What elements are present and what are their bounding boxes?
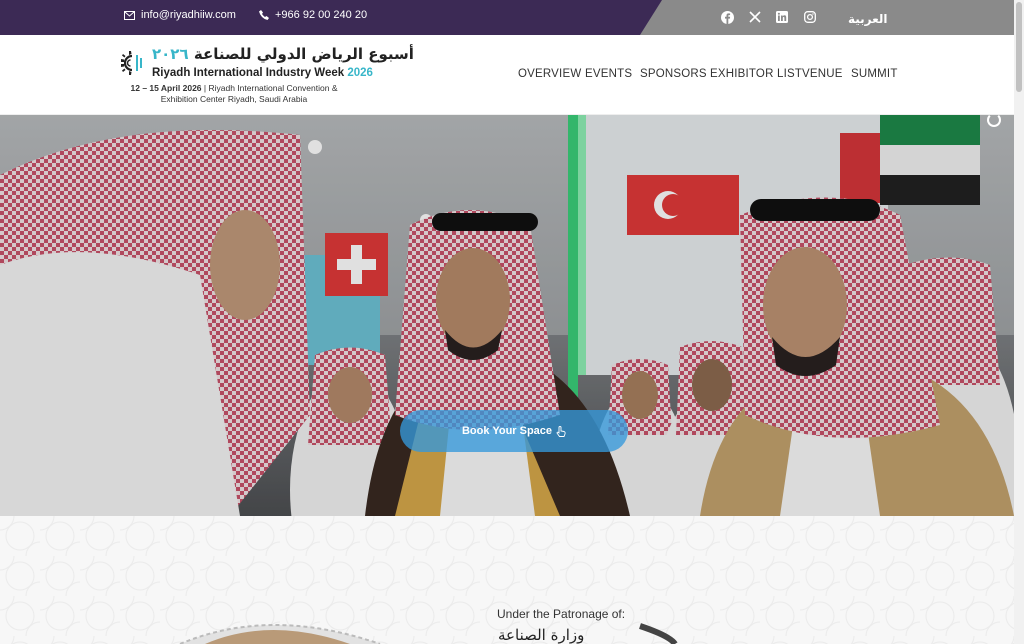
mail-icon <box>124 10 135 20</box>
linkedin-icon[interactable] <box>774 9 790 25</box>
page-scrollbar[interactable] <box>1014 0 1024 644</box>
patronage-label: Under the Patronage of: <box>497 607 626 621</box>
top-bar-social-panel <box>640 0 1024 35</box>
logo-arabic: أسبوع الرياض الدولي للصناعة ٢٠٢٦ <box>152 45 414 63</box>
hand-pointer-icon <box>556 425 566 437</box>
site-logo[interactable]: أسبوع الرياض الدولي للصناعة ٢٠٢٦ Riyadh … <box>118 43 414 83</box>
instagram-icon[interactable] <box>802 9 818 25</box>
nav-exhibitor-list[interactable]: EXHIBITOR LIST <box>710 68 802 80</box>
patronage-section <box>0 516 1014 644</box>
nav-sponsors[interactable]: SPONSORS <box>640 68 707 80</box>
hero-image <box>0 115 1014 516</box>
phone-text: +966 92 00 240 20 <box>275 9 368 21</box>
x-icon[interactable] <box>747 9 763 25</box>
event-date-venue: 12 – 15 April 2026 | Riyadh Internationa… <box>130 83 338 104</box>
background-pattern <box>0 516 1014 644</box>
facebook-icon[interactable] <box>719 9 735 25</box>
nav-summit[interactable]: SUMMIT <box>851 68 898 80</box>
nav-overview[interactable]: OVERVIEW <box>518 68 581 80</box>
scrollbar-thumb[interactable] <box>1016 2 1022 92</box>
page: info@riyadhiiw.com +966 92 00 240 20 الع… <box>0 0 1024 644</box>
book-space-button[interactable]: Book Your Space <box>400 410 628 452</box>
email-link[interactable]: info@riyadhiiw.com <box>124 9 236 21</box>
nav-events[interactable]: EVENTS <box>585 68 632 80</box>
hero-photo <box>0 115 1014 516</box>
top-bar: info@riyadhiiw.com +966 92 00 240 20 الع… <box>0 0 1024 35</box>
language-switch[interactable]: العربية <box>848 12 888 26</box>
gear-logo-icon <box>121 51 142 75</box>
nav-venue[interactable]: VENUE <box>802 68 843 80</box>
loading-spinner-icon <box>987 113 1001 127</box>
email-text: info@riyadhiiw.com <box>141 9 236 21</box>
ministry-logo-text: وزارة الصناعة <box>498 626 585 644</box>
phone-icon <box>259 10 269 20</box>
book-space-label: Book Your Space <box>461 425 553 437</box>
phone-link[interactable]: +966 92 00 240 20 <box>259 9 367 21</box>
site-header: أسبوع الرياض الدولي للصناعة ٢٠٢٦ Riyadh … <box>0 35 1014 115</box>
logo-english: Riyadh International Industry Week 2026 <box>152 67 373 79</box>
